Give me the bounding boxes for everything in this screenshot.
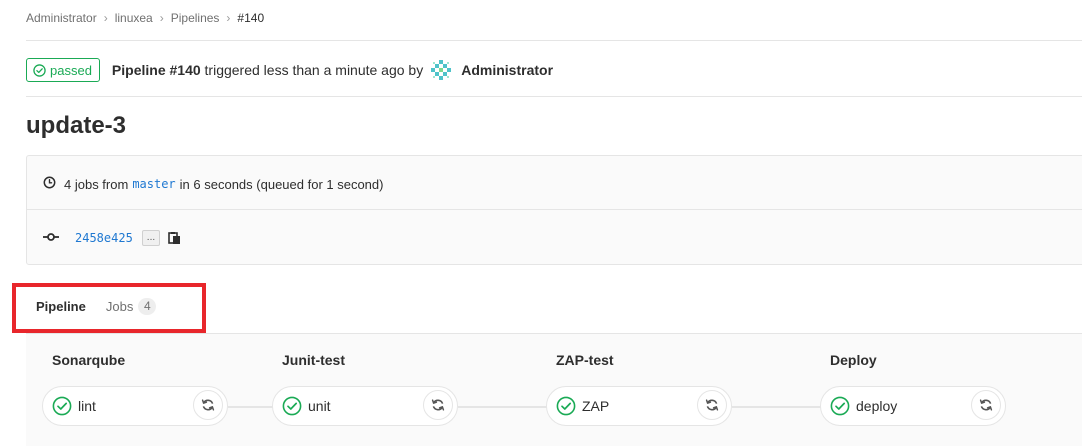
- pipeline-page: Administrator › linuxea › Pipelines › #1…: [0, 0, 1082, 446]
- breadcrumb-item-project[interactable]: linuxea: [115, 11, 153, 25]
- status-label: passed: [50, 62, 92, 78]
- job-pill[interactable]: lint: [42, 386, 228, 426]
- check-circle-icon: [556, 396, 576, 416]
- chevron-right-icon: ›: [103, 11, 108, 25]
- jobs-summary: 4 jobs from master in 6 seconds (queued …: [43, 174, 383, 194]
- page-title: update-3: [26, 112, 127, 139]
- jobs-count-badge: 4: [138, 297, 157, 315]
- stage-connector: [228, 406, 274, 408]
- author-name[interactable]: Administrator: [461, 62, 553, 78]
- divider: [27, 209, 1082, 210]
- breadcrumb-item-current[interactable]: #140: [237, 11, 264, 25]
- job-name: unit: [308, 398, 331, 414]
- clock-icon: [43, 176, 56, 192]
- retry-job-button[interactable]: [971, 390, 1001, 420]
- retry-icon: [979, 399, 993, 411]
- pipeline-tabs: Pipeline Jobs 4: [26, 292, 157, 320]
- job-name: lint: [78, 398, 96, 414]
- copy-commit-sha-button[interactable]: [168, 231, 182, 245]
- stage-connector: [458, 406, 548, 408]
- breadcrumb-item-pipelines[interactable]: Pipelines: [171, 11, 220, 25]
- divider: [26, 96, 1082, 97]
- tab-jobs-label: Jobs: [105, 298, 134, 314]
- pipeline-header: passed Pipeline #140 triggered less than…: [26, 57, 553, 83]
- job-pill[interactable]: ZAP: [546, 386, 732, 426]
- chevron-right-icon: ›: [159, 11, 164, 25]
- commit-icon: [43, 229, 59, 247]
- clipboard-icon: [168, 232, 181, 244]
- status-badge[interactable]: passed: [26, 58, 100, 82]
- triggered-text: triggered less than a minute ago by: [204, 62, 424, 78]
- retry-job-button[interactable]: [697, 390, 727, 420]
- stage-title: Sonarqube: [52, 352, 126, 368]
- job-pill[interactable]: deploy: [820, 386, 1006, 426]
- tab-pipeline[interactable]: Pipeline: [36, 299, 86, 314]
- commit-row: 2458e425 ...: [43, 228, 182, 248]
- stage-title: Deploy: [830, 352, 877, 368]
- tab-jobs[interactable]: Jobs 4: [105, 297, 157, 315]
- retry-icon: [431, 399, 445, 411]
- check-circle-icon: [52, 396, 72, 416]
- job-pill[interactable]: unit: [272, 386, 458, 426]
- pipeline-summary: Pipeline #140 triggered less than a minu…: [112, 62, 423, 78]
- identicon-avatar-icon: [431, 60, 452, 80]
- retry-job-button[interactable]: [423, 390, 453, 420]
- commit-sha-link[interactable]: 2458e425: [75, 231, 133, 245]
- check-circle-icon: [282, 396, 302, 416]
- breadcrumb: Administrator › linuxea › Pipelines › #1…: [26, 10, 264, 26]
- job-name: deploy: [856, 398, 898, 414]
- branch-link[interactable]: master: [132, 177, 175, 191]
- duration-text: in 6 seconds (queued for 1 second): [179, 176, 384, 192]
- chevron-right-icon: ›: [226, 11, 231, 25]
- stage-title: Junit-test: [282, 352, 345, 368]
- check-circle-icon: [33, 63, 46, 77]
- breadcrumb-item-administrator[interactable]: Administrator: [26, 11, 97, 25]
- commit-description-toggle[interactable]: ...: [141, 230, 161, 246]
- avatar[interactable]: [430, 59, 452, 81]
- pipeline-graph: Sonarqube lint Junit-test unit ZAP-test …: [26, 333, 1082, 446]
- jobs-count-text: 4 jobs from: [64, 176, 129, 192]
- pipeline-id: Pipeline #140: [111, 62, 201, 78]
- stage-connector: [732, 406, 822, 408]
- job-name: ZAP: [582, 398, 610, 414]
- divider: [26, 40, 1082, 41]
- retry-job-button[interactable]: [193, 390, 223, 420]
- retry-icon: [705, 399, 719, 411]
- check-circle-icon: [830, 396, 850, 416]
- pipeline-info-box: 4 jobs from master in 6 seconds (queued …: [26, 155, 1082, 265]
- retry-icon: [201, 399, 215, 411]
- stage-title: ZAP-test: [556, 352, 614, 368]
